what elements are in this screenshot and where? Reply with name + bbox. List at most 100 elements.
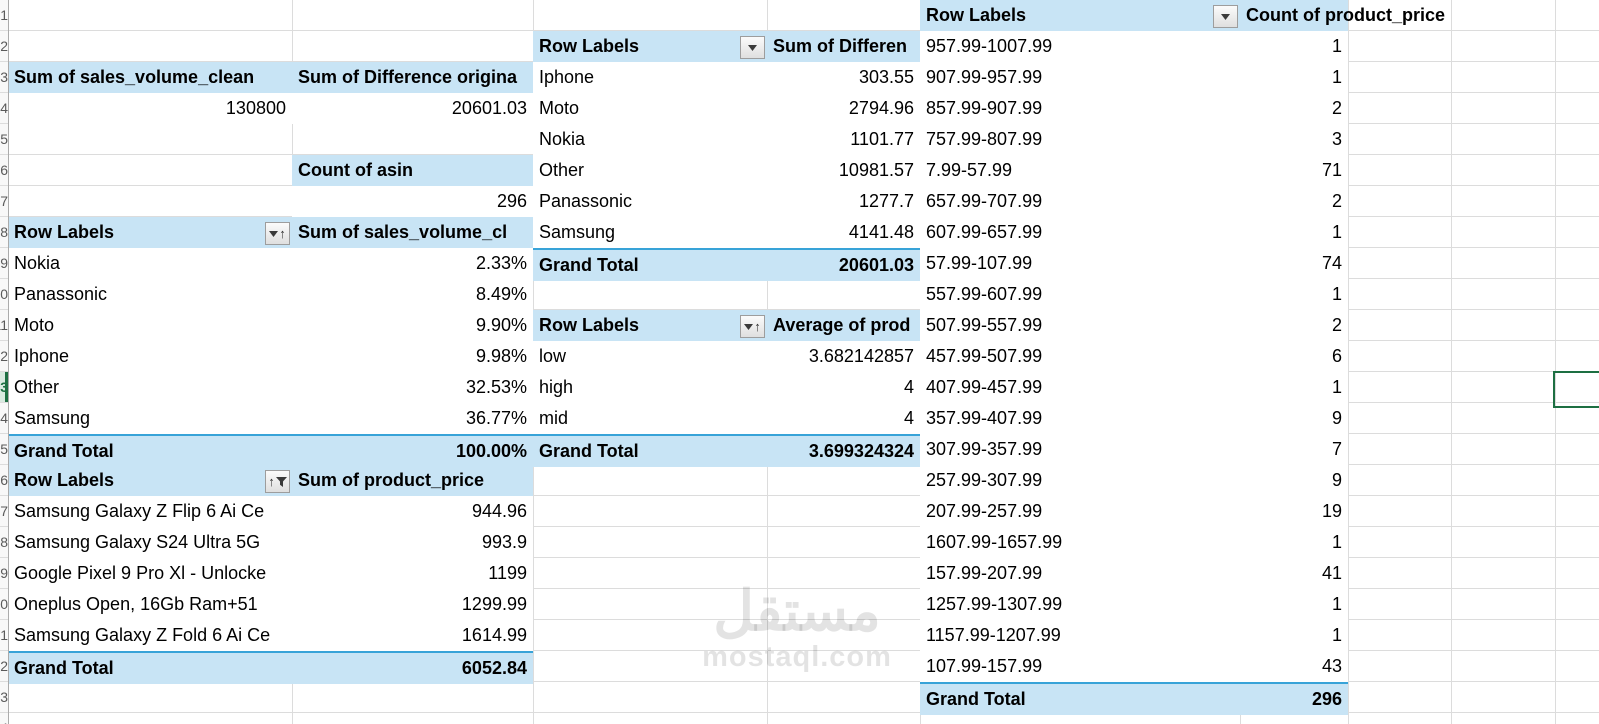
volume-summary-value-2[interactable]: 20601.03: [292, 93, 533, 124]
row-label-cell[interactable]: Panassonic: [8, 279, 292, 310]
row-label-cell[interactable]: Moto: [533, 93, 767, 124]
row-label-cell[interactable]: Samsung: [8, 403, 292, 434]
row-value-cell[interactable]: 9: [1240, 465, 1348, 496]
row-label-cell[interactable]: low: [533, 341, 767, 372]
sort-ascending-dropdown-icon[interactable]: ↑: [740, 315, 765, 338]
row-value-cell[interactable]: 1: [1240, 217, 1348, 248]
row-value-cell[interactable]: 4: [767, 372, 920, 403]
row-label-cell[interactable]: 757.99-807.99: [920, 124, 1240, 155]
row-value-cell[interactable]: 43: [1240, 651, 1348, 682]
row-number-column[interactable]: 1 2 3 4 5 6 7 8 9 10 11 12 13 14 15: [0, 0, 9, 724]
row-label-cell[interactable]: 857.99-907.99: [920, 93, 1240, 124]
brand-share-value-header[interactable]: Sum of sales_volume_cl: [292, 217, 533, 248]
asin-count-header[interactable]: Count of asin: [292, 155, 533, 186]
row-value-cell[interactable]: 9.90%: [292, 310, 533, 341]
brand-diff-value-header[interactable]: Sum of Differen: [767, 31, 920, 62]
row-value-cell[interactable]: 3.682142857: [767, 341, 920, 372]
grand-total-value[interactable]: 3.699324324: [767, 436, 920, 467]
row-value-cell[interactable]: 1: [1240, 527, 1348, 558]
row-label-cell[interactable]: Moto: [8, 310, 292, 341]
row-value-cell[interactable]: 2: [1240, 186, 1348, 217]
row-label-cell[interactable]: Samsung Galaxy S24 Ultra 5G: [8, 527, 292, 558]
row-label-cell[interactable]: 1257.99-1307.99: [920, 589, 1240, 620]
row-number[interactable]: 6: [0, 155, 8, 186]
row-label-cell[interactable]: 1607.99-1657.99: [920, 527, 1240, 558]
row-label-cell[interactable]: Samsung: [533, 217, 767, 248]
row-label-cell[interactable]: Iphone: [8, 341, 292, 372]
grand-total-label[interactable]: Grand Total: [533, 250, 767, 281]
row-value-cell[interactable]: 1614.99: [292, 620, 533, 651]
row-number[interactable]: 21: [0, 620, 8, 651]
sort-ascending-dropdown-icon[interactable]: ↑: [265, 222, 290, 245]
row-value-cell[interactable]: 32.53%: [292, 372, 533, 403]
grand-total-value[interactable]: 100.00%: [292, 436, 533, 467]
price-bins-value-header[interactable]: Count of product_price: [1240, 0, 1445, 31]
top-products-value-header[interactable]: Sum of product_price: [292, 465, 533, 496]
row-value-cell[interactable]: 9.98%: [292, 341, 533, 372]
row-number[interactable]: 17: [0, 496, 8, 527]
dropdown-arrow-icon[interactable]: [1213, 5, 1238, 28]
price-level-value-header[interactable]: Average of prod: [767, 310, 920, 341]
volume-summary-header-1[interactable]: Sum of sales_volume_clean: [8, 62, 292, 93]
asin-count-value[interactable]: 296: [292, 186, 533, 217]
grand-total-label[interactable]: Grand Total: [8, 653, 292, 684]
row-value-cell[interactable]: 1: [1240, 372, 1348, 403]
row-value-cell[interactable]: 9: [1240, 403, 1348, 434]
row-label-cell[interactable]: 1157.99-1207.99: [920, 620, 1240, 651]
row-value-cell[interactable]: 4: [767, 403, 920, 434]
row-label-cell[interactable]: 307.99-357.99: [920, 434, 1240, 465]
row-label-cell[interactable]: Other: [533, 155, 767, 186]
row-label-cell[interactable]: Google Pixel 9 Pro Xl - Unlocke: [8, 558, 292, 589]
row-value-cell[interactable]: 303.55: [767, 62, 920, 93]
row-number[interactable]: 19: [0, 558, 8, 589]
row-value-cell[interactable]: 2.33%: [292, 248, 533, 279]
row-label-cell[interactable]: 107.99-157.99: [920, 651, 1240, 682]
row-value-cell[interactable]: 71: [1240, 155, 1348, 186]
row-number[interactable]: 5: [0, 124, 8, 155]
row-value-cell[interactable]: 3: [1240, 124, 1348, 155]
row-value-cell[interactable]: 2: [1240, 310, 1348, 341]
row-number[interactable]: 4: [0, 93, 8, 124]
row-value-cell[interactable]: 41: [1240, 558, 1348, 589]
grand-total-label[interactable]: Grand Total: [8, 436, 292, 467]
row-number[interactable]: 14: [0, 403, 8, 434]
row-number[interactable]: 16: [0, 465, 8, 496]
row-label-cell[interactable]: Nokia: [8, 248, 292, 279]
row-value-cell[interactable]: 944.96: [292, 496, 533, 527]
grand-total-label[interactable]: Grand Total: [920, 684, 1240, 715]
row-value-cell[interactable]: 7: [1240, 434, 1348, 465]
row-value-cell[interactable]: 1: [1240, 279, 1348, 310]
row-number[interactable]: 12: [0, 341, 8, 372]
row-label-cell[interactable]: 907.99-957.99: [920, 62, 1240, 93]
row-label-cell[interactable]: 607.99-657.99: [920, 217, 1240, 248]
row-value-cell[interactable]: 1: [1240, 589, 1348, 620]
row-number[interactable]: 8: [0, 217, 8, 248]
row-value-cell[interactable]: 19: [1240, 496, 1348, 527]
row-number[interactable]: 15: [0, 434, 8, 465]
row-value-cell[interactable]: 1: [1240, 62, 1348, 93]
row-value-cell[interactable]: 1199: [292, 558, 533, 589]
row-number[interactable]: 20: [0, 589, 8, 620]
grand-total-value[interactable]: 6052.84: [292, 653, 533, 684]
row-label-cell[interactable]: 457.99-507.99: [920, 341, 1240, 372]
row-value-cell[interactable]: 74: [1240, 248, 1348, 279]
row-number[interactable]: 23: [0, 682, 8, 713]
selected-cell[interactable]: [1553, 371, 1599, 408]
row-label-cell[interactable]: 957.99-1007.99: [920, 31, 1240, 62]
volume-summary-header-2[interactable]: Sum of Difference origina: [292, 62, 533, 93]
row-label-cell[interactable]: Panassonic: [533, 186, 767, 217]
row-number[interactable]: 1: [0, 0, 8, 31]
filter-sorted-dropdown-icon[interactable]: ↑: [265, 470, 290, 493]
row-value-cell[interactable]: 1277.7: [767, 186, 920, 217]
row-value-cell[interactable]: 1: [1240, 31, 1348, 62]
row-number[interactable]: 9: [0, 248, 8, 279]
row-label-cell[interactable]: Iphone: [533, 62, 767, 93]
row-value-cell[interactable]: 6: [1240, 341, 1348, 372]
row-label-cell[interactable]: Oneplus Open, 16Gb Ram+51: [8, 589, 292, 620]
row-label-cell[interactable]: Nokia: [533, 124, 767, 155]
row-label-cell[interactable]: mid: [533, 403, 767, 434]
row-value-cell[interactable]: 4141.48: [767, 217, 920, 248]
row-label-cell[interactable]: 257.99-307.99: [920, 465, 1240, 496]
row-number[interactable]: 3: [0, 62, 8, 93]
grand-total-value[interactable]: 296: [1240, 684, 1348, 715]
